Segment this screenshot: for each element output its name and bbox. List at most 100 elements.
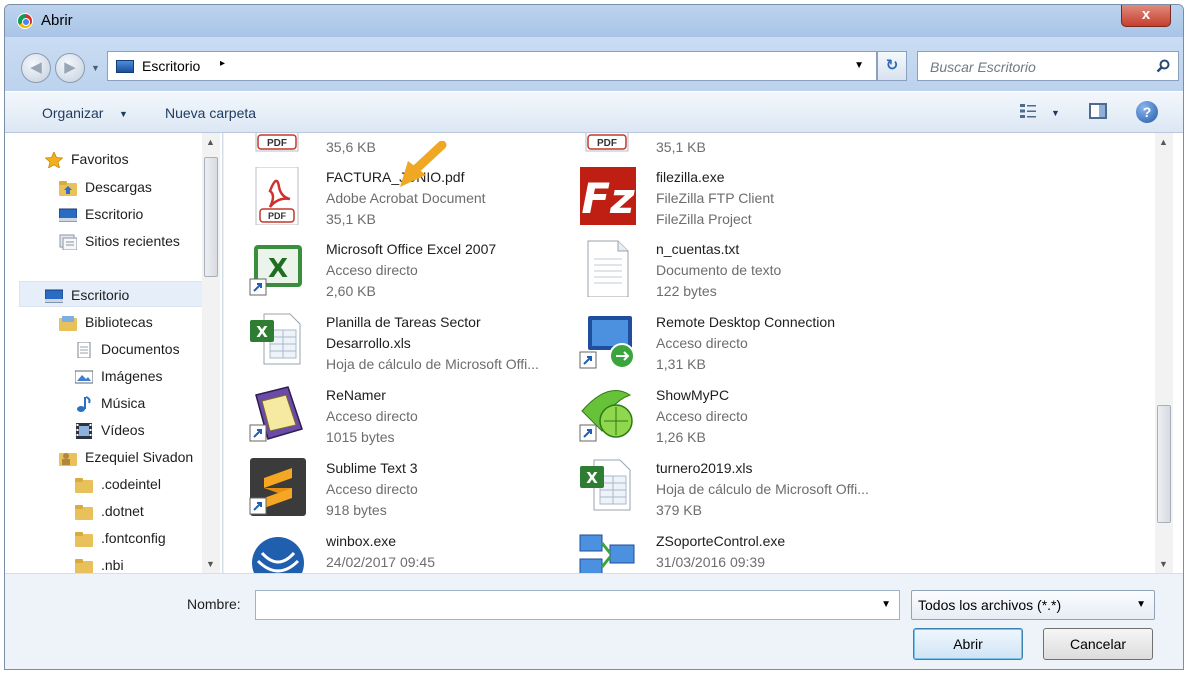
file-type: Hoja de cálculo de Microsoft Offi... (656, 481, 869, 497)
file-item-showmypc[interactable]: ShowMyPC Acceso directo 1,26 KB (578, 385, 898, 455)
sublime-icon (249, 458, 306, 516)
folder-icon (75, 532, 93, 547)
file-size: 35,1 KB (656, 139, 706, 155)
dialog-footer: Nombre: ▼ Todos los archivos (*.*) ▼ Abr… (5, 573, 1183, 669)
chevron-down-icon[interactable]: ▼ (881, 599, 891, 610)
text-file-icon (587, 240, 629, 297)
refresh-button[interactable]: ↻ (877, 51, 907, 81)
window-title: Abrir (41, 12, 73, 29)
file-list-scrollbar[interactable]: ▲ ▼ (1155, 133, 1173, 573)
file-size: 1,31 KB (656, 356, 706, 372)
file-name: Sublime Text 3 (326, 460, 418, 476)
forward-button[interactable]: ▶ (55, 53, 85, 83)
chevron-down-icon[interactable]: ▼ (119, 109, 128, 119)
file-item-turnero2019[interactable]: X turnero2019.xls Hoja de cálculo de Mic… (578, 458, 898, 528)
sidebar-item-label: Favoritos (71, 151, 129, 167)
svg-text:Fz: Fz (581, 174, 635, 223)
address-row: ◀ ▶ ▼ Escritorio ▸ ▼ ↻ Buscar Escritorio (5, 37, 1183, 91)
search-icon[interactable] (1156, 59, 1170, 73)
search-input[interactable]: Buscar Escritorio (917, 51, 1179, 81)
file-name: turnero2019.xls (656, 460, 753, 476)
view-options-icon[interactable] (1019, 102, 1037, 120)
file-type: Documento de texto (656, 262, 782, 278)
file-name-input[interactable]: ▼ (255, 590, 900, 620)
file-name-label: Nombre: (187, 596, 241, 612)
breadcrumb-escritorio[interactable]: Escritorio (142, 58, 200, 74)
file-item-renamer[interactable]: ReNamer Acceso directo 1015 bytes (248, 385, 568, 455)
winbox-icon (252, 537, 304, 573)
scroll-up-icon[interactable]: ▲ (206, 137, 215, 147)
file-item-excel-2007[interactable]: X Microsoft Office Excel 2007 Acceso dir… (248, 239, 568, 309)
remote-desktop-icon (579, 316, 635, 369)
network-app-icon (579, 534, 635, 573)
close-button[interactable]: x (1121, 5, 1171, 27)
file-item-filezilla[interactable]: Fz filezilla.exe FileZilla FTP Client Fi… (578, 167, 898, 237)
open-file-dialog: Abrir x ◀ ▶ ▼ Escritorio ▸ ▼ ↻ Buscar Es… (4, 4, 1184, 670)
file-size: 1,26 KB (656, 429, 706, 445)
folder-icon (75, 478, 93, 493)
scroll-down-icon[interactable]: ▼ (1159, 559, 1168, 569)
file-size: 918 bytes (326, 502, 387, 518)
scroll-thumb[interactable] (204, 157, 218, 277)
file-type-filter-value: Todos los archivos (*.*) (918, 597, 1062, 613)
cancel-button[interactable]: Cancelar (1043, 628, 1153, 660)
file-item-sublime-text[interactable]: Sublime Text 3 Acceso directo 918 bytes (248, 458, 568, 528)
file-size: 35,1 KB (326, 211, 376, 227)
file-type: Acceso directo (326, 481, 418, 497)
help-icon[interactable]: ? (1136, 101, 1158, 123)
sidebar-scrollbar[interactable]: ▲ ▼ (202, 133, 220, 573)
chevron-down-icon[interactable]: ▼ (1136, 599, 1146, 610)
sidebar-item-label: .codeintel (101, 476, 161, 492)
desktop-icon (116, 60, 134, 73)
pictures-icon (75, 370, 93, 384)
breadcrumb-arrow-icon[interactable]: ▸ (220, 58, 225, 69)
open-button[interactable]: Abrir (913, 628, 1023, 660)
recent-places-icon (59, 234, 77, 250)
svg-text:X: X (268, 254, 288, 284)
folder-icon (75, 505, 93, 520)
recent-locations-dropdown[interactable]: ▼ (91, 63, 100, 73)
scroll-up-icon[interactable]: ▲ (1159, 137, 1168, 147)
svg-text:PDF: PDF (597, 138, 617, 149)
back-button[interactable]: ◀ (21, 53, 51, 83)
file-name: winbox.exe (326, 533, 397, 549)
file-date: 24/02/2017 09:45 (326, 554, 435, 570)
file-date: 31/03/2016 09:39 (656, 554, 765, 570)
address-history-dropdown[interactable]: ▼ (854, 60, 864, 71)
svg-text:X: X (586, 469, 598, 487)
sidebar-item-label: Imágenes (101, 368, 163, 384)
user-folder-icon (59, 453, 77, 466)
file-type: Acceso directo (656, 335, 748, 351)
scroll-thumb[interactable] (1157, 405, 1171, 523)
file-item-zsoportecontrol[interactable]: ZSoporteControl.exe 31/03/2016 09:39 (578, 531, 898, 573)
address-bar[interactable]: Escritorio ▸ ▼ (107, 51, 877, 81)
file-type-filter-select[interactable]: Todos los archivos (*.*) ▼ (911, 590, 1155, 620)
file-name-line-1: Planilla de Tareas Sector (326, 314, 481, 330)
showmypc-icon (579, 390, 633, 442)
svg-text:X: X (256, 323, 268, 341)
file-name: ShowMyPC (656, 387, 730, 403)
sidebar-item-label: .fontconfig (101, 530, 166, 546)
file-name: n_cuentas.txt (656, 241, 740, 257)
search-placeholder: Buscar Escritorio (930, 59, 1036, 75)
file-size: 1015 bytes (326, 429, 395, 445)
sidebar-item-label: Ezequiel Sivadon (85, 449, 194, 465)
file-name: filezilla.exe (656, 169, 725, 185)
file-item-remote-desktop[interactable]: Remote Desktop Connection Acceso directo… (578, 312, 898, 382)
view-dropdown-icon[interactable]: ▼ (1051, 108, 1060, 118)
sidebar-item-label: Música (101, 395, 146, 411)
file-size: 35,6 KB (326, 139, 376, 155)
preview-pane-icon[interactable] (1089, 103, 1107, 119)
file-name: Remote Desktop Connection (656, 314, 835, 330)
desktop-icon (59, 208, 77, 222)
new-folder-button[interactable]: Nueva carpeta (165, 105, 256, 121)
renamer-icon (249, 386, 303, 442)
organize-button[interactable]: Organizar (42, 105, 103, 121)
libraries-icon (59, 316, 77, 331)
annotation-arrow-icon (400, 141, 447, 187)
scroll-down-icon[interactable]: ▼ (206, 559, 215, 569)
file-item-winbox[interactable]: winbox.exe 24/02/2017 09:45 (248, 531, 568, 573)
file-item-planilla-tareas[interactable]: X Planilla de Tareas Sector Desarrollo.x… (248, 312, 568, 382)
file-name: ReNamer (326, 387, 386, 403)
file-item-n-cuentas[interactable]: n_cuentas.txt Documento de texto 122 byt… (578, 239, 898, 309)
